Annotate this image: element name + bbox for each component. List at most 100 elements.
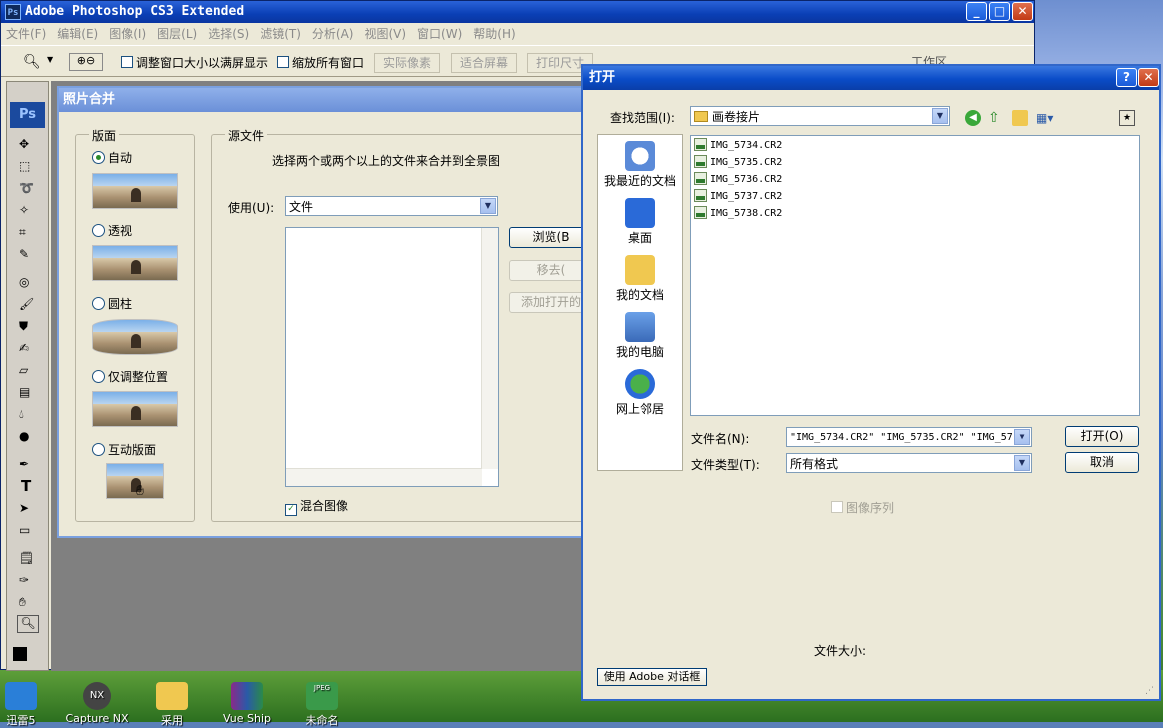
zoom-all-checkbox[interactable]: 缩放所有窗口: [277, 54, 364, 71]
menu-edit[interactable]: 编辑(E): [57, 27, 98, 41]
eyedropper-icon[interactable]: ✑: [19, 573, 29, 587]
chevron-down-icon[interactable]: ▼: [1014, 429, 1030, 445]
use-adobe-dialog-button[interactable]: 使用 Adobe 对话框: [597, 668, 707, 686]
dialog-title[interactable]: 照片合并: [59, 88, 585, 112]
image-sequence-checkbox[interactable]: 图像序列: [831, 499, 894, 516]
chevron-down-icon[interactable]: ▼: [480, 198, 496, 214]
gradient-tool-icon[interactable]: ▤: [19, 385, 30, 399]
layout-cylindrical-radio[interactable]: 圆柱: [92, 295, 132, 312]
blend-images-label: 混合图像: [300, 499, 349, 513]
zoom-tool-icon[interactable]: 🔍︎: [23, 54, 41, 70]
my-documents-icon: [625, 255, 655, 285]
menu-layer[interactable]: 图层(L): [157, 27, 197, 41]
layout-perspective-radio[interactable]: 透视: [92, 222, 132, 239]
move-tool-icon[interactable]: ✥: [19, 137, 29, 151]
magic-wand-icon[interactable]: ✧: [19, 203, 29, 217]
zoom-tool-icon[interactable]: 🔍︎: [17, 615, 39, 633]
close-button[interactable]: ✕: [1138, 68, 1159, 87]
scrollbar-horizontal[interactable]: [286, 468, 482, 486]
stamp-tool-icon[interactable]: ⛊: [19, 319, 28, 334]
maximize-button[interactable]: □: [989, 2, 1010, 21]
open-button[interactable]: 打开(O): [1065, 426, 1139, 447]
dialog-title[interactable]: 打开: [583, 66, 1159, 90]
desktop-icon-jpeg[interactable]: JPEG 未命名: [287, 682, 357, 728]
layout-cylindrical-preview: [92, 319, 178, 355]
blur-tool-icon[interactable]: 💧︎: [19, 407, 24, 422]
view-menu-icon[interactable]: ▦▾: [1036, 110, 1058, 126]
slice-tool-icon[interactable]: ✎: [19, 247, 29, 261]
scrollbar-vertical[interactable]: [481, 228, 498, 469]
chevron-down-icon[interactable]: ▼: [47, 55, 53, 64]
crop-tool-icon[interactable]: ⌗: [19, 225, 26, 240]
menu-help[interactable]: 帮助(H): [473, 27, 515, 41]
path-selection-icon[interactable]: ➤: [19, 501, 29, 515]
hand-cursor-icon: ✋︎: [136, 483, 144, 499]
pen-tool-icon[interactable]: ✒: [19, 457, 29, 471]
filetype-label: 文件类型(T):: [691, 458, 760, 472]
new-folder-icon[interactable]: [1012, 110, 1028, 126]
resize-windows-checkbox[interactable]: 调整窗口大小以满屏显示: [121, 54, 268, 71]
menu-filter[interactable]: 滤镜(T): [260, 27, 301, 41]
chevron-down-icon[interactable]: ▼: [1014, 455, 1030, 471]
dodge-tool-icon[interactable]: ●: [19, 429, 29, 443]
up-folder-icon[interactable]: ⇧: [988, 110, 1004, 126]
filename-input[interactable]: "IMG_5734.CR2" "IMG_5735.CR2" "IMG_57: ▼: [786, 427, 1032, 447]
menu-window[interactable]: 窗口(W): [417, 27, 462, 41]
fit-screen-button[interactable]: 适合屏幕: [451, 53, 518, 73]
file-item[interactable]: IMG_5734.CR2: [694, 137, 782, 154]
place-recent[interactable]: 我最近的文档: [598, 141, 682, 189]
layout-reposition-radio[interactable]: 仅调整位置: [92, 368, 168, 385]
desktop-icon-capture-nx[interactable]: NX Capture NX: [62, 682, 132, 725]
place-my-computer[interactable]: 我的电脑: [598, 312, 682, 360]
file-name: IMG_5738.CR2: [710, 208, 783, 219]
file-item[interactable]: IMG_5738.CR2: [694, 205, 782, 222]
brush-tool-icon[interactable]: 🖌︎: [19, 297, 34, 311]
source-file-list[interactable]: [285, 227, 499, 487]
menu-image[interactable]: 图像(I): [109, 27, 146, 41]
foreground-color-swatch[interactable]: [13, 647, 27, 661]
layout-auto-radio[interactable]: 自动: [92, 149, 132, 166]
favorites-folder-icon[interactable]: ★: [1119, 110, 1135, 126]
desktop-icon-winrar[interactable]: Vue Ship: [212, 682, 282, 725]
place-my-documents[interactable]: 我的文档: [598, 255, 682, 303]
history-brush-icon[interactable]: ✍: [19, 341, 29, 355]
file-item[interactable]: IMG_5737.CR2: [694, 188, 782, 205]
resize-grip-icon[interactable]: ⋰: [1145, 686, 1154, 696]
actual-pixels-button[interactable]: 实际像素: [374, 53, 441, 73]
layout-interactive-radio[interactable]: 互动版面: [92, 441, 156, 458]
healing-brush-icon[interactable]: ◎: [19, 275, 29, 289]
file-list[interactable]: IMG_5734.CR2 IMG_5735.CR2 IMG_5736.CR2 I…: [690, 135, 1140, 416]
place-desktop[interactable]: 桌面: [598, 198, 682, 246]
file-item[interactable]: IMG_5736.CR2: [694, 171, 782, 188]
notes-tool-icon[interactable]: 🗒︎: [19, 551, 34, 565]
use-select[interactable]: 文件 ▼: [285, 196, 498, 216]
look-in-select[interactable]: 画卷接片 ▼: [690, 106, 950, 126]
menu-view[interactable]: 视图(V): [364, 27, 406, 41]
help-button[interactable]: ?: [1116, 68, 1137, 87]
filetype-select[interactable]: 所有格式 ▼: [786, 453, 1032, 473]
menu-file[interactable]: 文件(F): [6, 27, 46, 41]
photoshop-title-bar[interactable]: Ps Adobe Photoshop CS3 Extended: [1, 1, 1034, 23]
radio-icon: [92, 443, 105, 456]
desktop-icon-folder[interactable]: 采用: [137, 682, 207, 728]
menu-select[interactable]: 选择(S): [208, 27, 249, 41]
place-network[interactable]: 网上邻居: [598, 369, 682, 417]
blend-images-checkbox[interactable]: ✓ 混合图像: [285, 497, 348, 516]
chevron-down-icon[interactable]: ▼: [932, 108, 948, 124]
type-tool-icon[interactable]: T: [21, 477, 31, 495]
eraser-tool-icon[interactable]: ▱: [19, 363, 28, 377]
lasso-tool-icon[interactable]: ➰: [19, 181, 34, 195]
menu-bar: 文件(F) 编辑(E) 图像(I) 图层(L) 选择(S) 滤镜(T) 分析(A) 视图(V)…: [1, 23, 1034, 45]
minimize-button[interactable]: _: [966, 2, 987, 21]
desktop-icon-label: 采用: [161, 714, 183, 727]
hand-tool-icon[interactable]: ✋︎: [19, 595, 26, 610]
marquee-tool-icon[interactable]: ⬚: [19, 159, 30, 173]
menu-analysis[interactable]: 分析(A): [312, 27, 354, 41]
file-item[interactable]: IMG_5735.CR2: [694, 154, 782, 171]
desktop-icon-xunlei[interactable]: 迅雷5: [0, 682, 56, 728]
shape-tool-icon[interactable]: ▭: [19, 523, 30, 537]
back-icon[interactable]: ◀: [965, 110, 981, 126]
close-button[interactable]: ✕: [1012, 2, 1033, 21]
cancel-button[interactable]: 取消: [1065, 452, 1139, 473]
zoom-in-out-icons[interactable]: ⊕⊖: [69, 53, 103, 71]
